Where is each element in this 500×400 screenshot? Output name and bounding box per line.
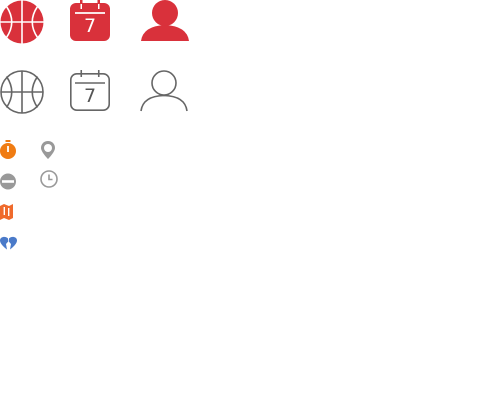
user-outline-icon <box>140 70 188 112</box>
icon-sheet: 7 7 <box>0 0 500 400</box>
calendar-day-number: 7 <box>83 85 97 107</box>
calendar-outline-icon: 7 <box>70 70 110 112</box>
no-entry-icon <box>0 173 16 190</box>
clock-icon <box>40 170 58 188</box>
heart-broken-icon <box>0 236 17 250</box>
basketball-outline-icon <box>0 70 44 114</box>
map-icon <box>0 204 13 220</box>
stopwatch-icon <box>0 140 16 159</box>
user-icon <box>141 0 189 41</box>
basketball-icon <box>0 0 44 44</box>
calendar-day-number: 7 <box>83 15 97 37</box>
location-pin-icon <box>41 141 55 159</box>
calendar-icon: 7 <box>70 0 110 42</box>
